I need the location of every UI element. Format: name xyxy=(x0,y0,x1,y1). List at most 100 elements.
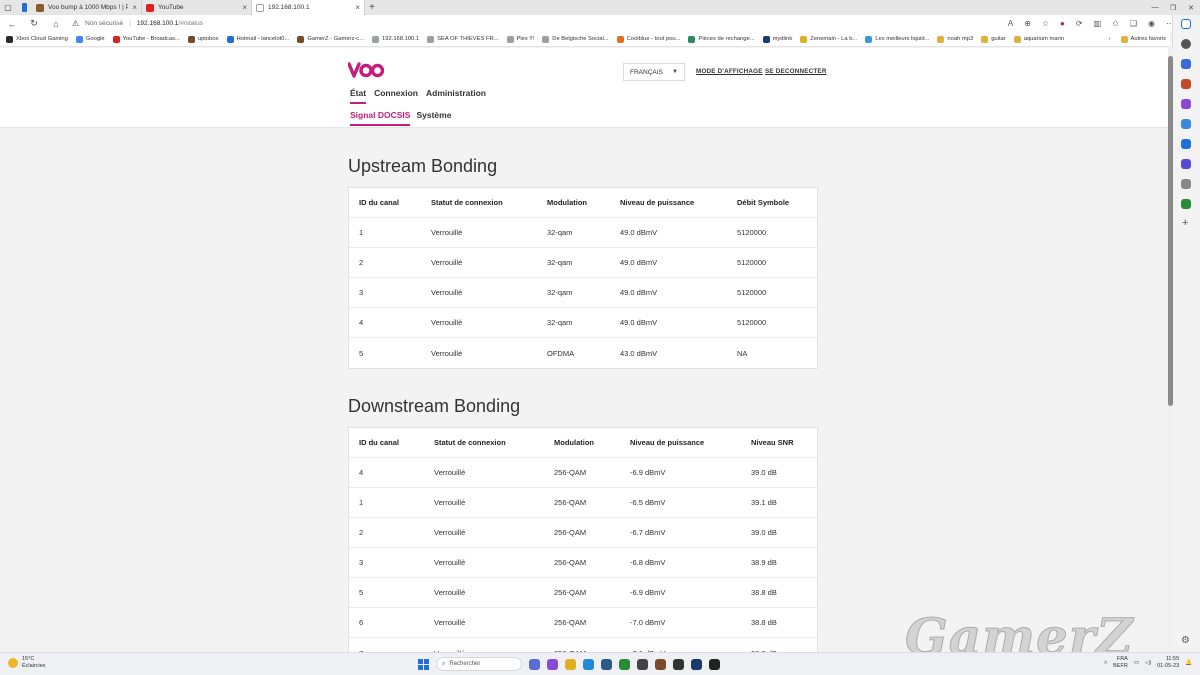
add-icon[interactable]: + xyxy=(1182,217,1188,229)
home-icon[interactable]: ⌂ xyxy=(50,19,62,29)
bookmark-item[interactable]: De Belgische Social... xyxy=(542,35,609,43)
profile-icon[interactable]: ◉ xyxy=(1148,19,1155,28)
table-cell: Verrouillé xyxy=(434,588,466,597)
url-field[interactable]: ⚠ Non sécurisé | 192.168.100.1/#/status xyxy=(72,19,998,28)
taskbar-app-icon[interactable] xyxy=(583,658,594,670)
bookmark-item[interactable]: uptobox xyxy=(187,35,219,43)
page-scrollbar[interactable] xyxy=(1168,48,1173,652)
tab-actions-icon[interactable]: ▢ xyxy=(0,0,16,15)
subtab-systeme[interactable]: Système xyxy=(416,110,451,126)
taskbar-app-icon[interactable] xyxy=(547,658,558,670)
tab-close-icon[interactable]: × xyxy=(132,3,137,12)
taskbar-app-icon[interactable] xyxy=(619,658,630,670)
app-icon[interactable]: ⊕ xyxy=(1024,19,1031,28)
games-icon[interactable] xyxy=(1181,99,1191,109)
bookmark-label: Pièces de rechange... xyxy=(698,36,755,42)
shopping-icon[interactable] xyxy=(1181,59,1191,69)
subtab-signal-docsis[interactable]: Signal DOCSIS xyxy=(350,110,411,126)
language-indicator[interactable]: FRA BEFR xyxy=(1113,656,1128,670)
volume-icon[interactable]: ◁) xyxy=(1145,660,1151,666)
bookmark-item[interactable]: 192.168.100.1 xyxy=(372,35,419,43)
other-bookmarks[interactable]: Autres favoris xyxy=(1120,35,1166,43)
table-cell: 256-QAM xyxy=(554,528,587,537)
workspace-icon[interactable] xyxy=(16,0,32,15)
windows-start-icon[interactable] xyxy=(418,658,429,670)
favorites-icon[interactable]: ✩ xyxy=(1112,19,1119,28)
bookmark-item[interactable]: Xbox Cloud Gaming xyxy=(6,35,68,43)
language-select[interactable]: FRANÇAIS ▼ xyxy=(623,63,685,81)
clock[interactable]: 11:55 01-05-23 xyxy=(1157,656,1179,670)
taskbar-app-icon[interactable] xyxy=(673,658,684,670)
network-icon[interactable]: ▭ xyxy=(1134,660,1139,666)
bookmarks-more-icon[interactable]: › xyxy=(1109,36,1111,43)
weather-widget[interactable]: 15°C Éclaircies xyxy=(8,656,46,670)
minimize-icon[interactable]: — xyxy=(1146,0,1164,15)
refresh-extension-icon[interactable]: ⟳ xyxy=(1076,19,1083,28)
bookmark-item[interactable]: Coolblue - tout pou... xyxy=(616,35,681,43)
logout-link[interactable]: SE DECONNECTER xyxy=(765,68,827,75)
bookmark-item[interactable]: YouTube - Broadcas... xyxy=(112,35,180,43)
warning-icon[interactable]: ⚠ xyxy=(72,19,79,28)
back-icon[interactable]: ← xyxy=(6,19,18,29)
taskbar-app-icon[interactable] xyxy=(637,658,648,670)
bookmark-item[interactable]: SEA OF THIEVES FR... xyxy=(427,35,499,43)
search-icon[interactable] xyxy=(1181,39,1191,49)
notification-icon[interactable]: 🔔 xyxy=(1185,660,1192,666)
taskbar-app-icon[interactable] xyxy=(655,658,666,670)
office-icon[interactable] xyxy=(1181,119,1191,129)
star-icon[interactable]: ☆ xyxy=(1042,19,1049,28)
tab-administration[interactable]: Administration xyxy=(426,88,486,104)
bookmark-item[interactable]: Plex !!! xyxy=(506,35,534,43)
table-row: 7Verrouillé256-QAM-7.1 dBmV38.8 dB xyxy=(349,638,817,653)
bookmark-label: Coolblue - tout pou... xyxy=(626,36,681,42)
extension-icon[interactable]: ● xyxy=(1060,19,1065,28)
collections-icon[interactable]: ❏ xyxy=(1130,19,1137,28)
restore-icon[interactable]: ❐ xyxy=(1164,0,1182,15)
refresh-icon[interactable]: ↻ xyxy=(28,18,40,29)
bookmark-item[interactable]: GamerZ - Gamerz-c... xyxy=(297,35,364,43)
tray-chevron-icon[interactable]: ˄ xyxy=(1104,660,1107,666)
table-row: 6 Verrouillé 256-QAM -7.0 dBmV 38.8 dB xyxy=(349,608,817,638)
bing-icon[interactable] xyxy=(1181,19,1191,29)
close-window-icon[interactable]: ✕ xyxy=(1182,0,1200,15)
send-icon[interactable] xyxy=(1181,179,1191,189)
column-header: Niveau SNR xyxy=(751,438,794,447)
tab-close-icon[interactable]: × xyxy=(242,3,247,12)
bookmark-item[interactable]: mydlink xyxy=(762,35,792,43)
bookmark-item[interactable]: Pièces de rechange... xyxy=(688,35,755,43)
outlook-icon[interactable] xyxy=(1181,139,1191,149)
bookmark-item[interactable]: Les meilleurs liquid... xyxy=(865,35,929,43)
bookmark-item[interactable]: Hotmail - lancelot0... xyxy=(226,35,289,43)
taskbar-app-icon[interactable] xyxy=(529,658,540,670)
display-mode-link[interactable]: MODE D'AFFICHAGE xyxy=(696,68,763,75)
taskbar-app-icon[interactable] xyxy=(565,658,576,670)
voo-logo[interactable] xyxy=(347,62,385,81)
column-header: ID du canal xyxy=(359,198,400,207)
main-nav: État Connexion Administration xyxy=(350,88,486,104)
drop-icon[interactable] xyxy=(1181,159,1191,169)
browser-tab[interactable]: YouTube × xyxy=(142,0,252,15)
scrollbar-thumb[interactable] xyxy=(1168,56,1173,406)
tab-connexion[interactable]: Connexion xyxy=(374,88,418,104)
tree-icon[interactable] xyxy=(1181,199,1191,209)
tab-close-icon[interactable]: × xyxy=(355,3,360,12)
taskbar-app-icon[interactable] xyxy=(709,658,720,670)
bookmark-item[interactable]: guitar xyxy=(981,35,1006,43)
browser-tab[interactable]: Voo bump à 1000 Mbps ! | Page × xyxy=(32,0,142,15)
bookmark-item[interactable]: Zenemain - La b... xyxy=(800,35,857,43)
browser-tab-active[interactable]: 192.168.100.1 × xyxy=(252,0,365,15)
settings-icon[interactable]: ⚙ xyxy=(1181,635,1190,646)
split-screen-icon[interactable]: ▥ xyxy=(1094,19,1102,28)
bookmark-item[interactable]: Google xyxy=(75,35,105,43)
tab-etat[interactable]: État xyxy=(350,88,367,104)
tools-icon[interactable] xyxy=(1181,79,1191,89)
new-tab-button[interactable]: + xyxy=(365,0,379,15)
sub-nav: Signal DOCSIS Système xyxy=(350,110,451,126)
bookmark-item[interactable]: aquarium marin xyxy=(1013,35,1064,43)
taskbar-search[interactable]: ⌕ Rechercher xyxy=(436,657,522,671)
taskbar-app-icon[interactable] xyxy=(691,658,702,670)
bookmark-item[interactable]: noah mp3 xyxy=(937,35,973,43)
read-aloud-icon[interactable]: A xyxy=(1008,19,1013,28)
taskbar-app-icon[interactable] xyxy=(601,658,612,670)
bookmark-favicon-icon xyxy=(6,35,13,43)
